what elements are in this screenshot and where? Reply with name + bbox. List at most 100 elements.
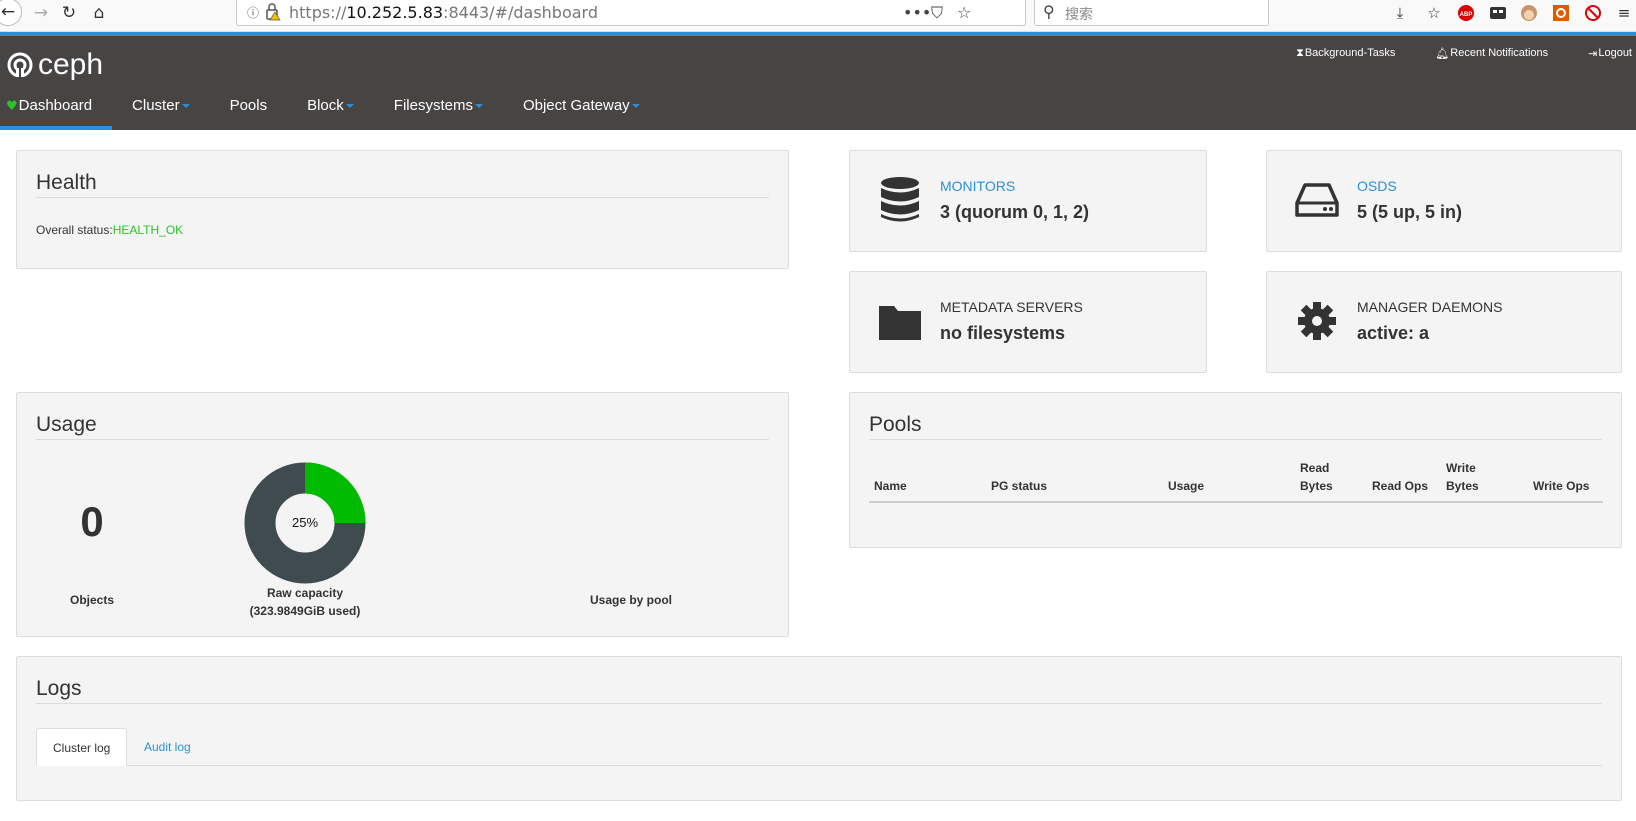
download-icon[interactable]: ⤓	[1390, 3, 1410, 23]
logs-panel: Logs Cluster log Audit log	[16, 656, 1622, 801]
objects-label: Objects	[69, 593, 114, 607]
search-placeholder: 搜索	[1065, 7, 1093, 23]
blocked-extension-icon[interactable]	[1583, 3, 1603, 23]
bookmark-star-icon[interactable]: ☆	[957, 3, 971, 22]
forward-icon[interactable]: →	[28, 2, 54, 24]
objects-count: 0	[80, 498, 104, 545]
notifications-link[interactable]: 🔔︎ Recent Notifications	[1435, 46, 1548, 60]
menu-icon[interactable]: ≡	[1614, 3, 1634, 23]
app-header: ceph ⧗ Background-Tasks 🔔︎ Recent Notifica…	[0, 36, 1636, 130]
health-status: Overall status:HEALTH_OK	[36, 223, 183, 237]
metadata-servers-card: METADATA SERVERS no filesystems	[849, 271, 1207, 373]
monitors-card: MONITORS 3 (quorum 0, 1, 2)	[849, 150, 1207, 252]
logo-text: ceph	[38, 48, 104, 81]
adblock-icon[interactable]: ABP	[1456, 3, 1476, 23]
osds-card: OSDS 5 (5 up, 5 in)	[1266, 150, 1622, 252]
monitors-link[interactable]: MONITORS	[940, 178, 1015, 194]
caret-down-icon	[345, 104, 354, 109]
osds-value: 5 (5 up, 5 in)	[1357, 202, 1463, 222]
url-text[interactable]: https://10.252.5.83:8443/#/dashboard	[289, 3, 598, 22]
log-tabs: Cluster log Audit log	[36, 728, 1602, 766]
top-links: ⧗ Background-Tasks 🔔︎ Recent Notifications…	[1296, 46, 1636, 60]
nav-filesystems-label: Filesystems	[393, 97, 473, 114]
search-icon: ⚲	[1043, 2, 1055, 21]
home-icon[interactable]: ⌂	[86, 2, 112, 24]
column-header-name[interactable]: Name	[874, 477, 907, 495]
status-value: HEALTH_OK	[112, 223, 184, 237]
raw-capacity-donut[interactable]: 25%	[243, 461, 367, 585]
nav-pools[interactable]: Pools	[210, 94, 288, 130]
pools-panel: Pools Name PG status Usage Read Bytes Re…	[849, 392, 1622, 548]
raw-capacity-label: Raw capacity	[266, 586, 344, 600]
logout-link[interactable]: ⇥ Logout	[1588, 46, 1632, 60]
nav-cluster-label: Cluster	[132, 97, 180, 114]
ceph-logo[interactable]: ceph	[6, 48, 103, 82]
reload-icon[interactable]: ↻	[56, 2, 82, 24]
background-tasks-link[interactable]: ⧗ Background-Tasks	[1296, 46, 1395, 60]
nav-dashboard-label: Dashboard	[18, 97, 93, 114]
nav-object-gateway[interactable]: Object Gateway	[503, 94, 660, 130]
notifications-label: Recent Notifications	[1450, 47, 1549, 59]
raw-capacity-used: (323.9849GiB used)	[249, 604, 361, 618]
nav-block-label: Block	[307, 97, 344, 114]
gear-icon	[1298, 302, 1336, 340]
column-header-write-bytes[interactable]: Write Bytes	[1446, 459, 1486, 495]
insecure-lock-icon[interactable]	[265, 3, 281, 21]
column-header-read-bytes[interactable]: Read Bytes	[1300, 459, 1340, 495]
browser-toolbar: ← → ↻ ⌂ ⓘ https://10.252.5.83:8443/#/das…	[0, 0, 1636, 32]
info-icon[interactable]: ⓘ	[247, 4, 259, 21]
metadata-servers-label: METADATA SERVERS	[940, 299, 1083, 315]
health-panel: Health Overall status:HEALTH_OK	[16, 150, 789, 269]
ceph-logo-icon	[7, 52, 33, 79]
usage-panel: Usage 0 Objects 25% Raw capacity (323.98…	[16, 392, 789, 637]
search-bar[interactable]: ⚲ 搜索	[1034, 0, 1269, 26]
usage-by-pool-label: Usage by pool	[589, 593, 672, 607]
panel-title: Health	[36, 171, 769, 198]
caret-down-icon	[474, 104, 483, 109]
caret-down-icon	[631, 104, 640, 109]
nav-block[interactable]: Block	[287, 94, 374, 130]
panel-title: Usage	[36, 413, 769, 440]
extension-icon[interactable]	[1551, 3, 1571, 23]
nav-cluster[interactable]: Cluster	[112, 94, 210, 130]
svg-text:ABP: ABP	[1460, 12, 1473, 18]
column-header-usage[interactable]: Usage	[1168, 477, 1204, 495]
nav-object-gateway-label: Object Gateway	[522, 97, 630, 114]
column-header-read-ops[interactable]: Read Ops	[1372, 477, 1428, 495]
manager-daemons-value: active: a	[1357, 323, 1430, 343]
back-icon[interactable]: ←	[0, 0, 22, 26]
osds-link[interactable]: OSDS	[1357, 178, 1397, 194]
metadata-servers-value: no filesystems	[940, 323, 1066, 343]
bell-icon: 🔔︎	[1435, 46, 1450, 60]
hourglass-icon: ⧗	[1296, 46, 1304, 59]
column-header-write-ops[interactable]: Write Ops	[1533, 477, 1589, 495]
panel-title: Pools	[869, 413, 1602, 440]
background-tasks-label: Background-Tasks	[1304, 47, 1396, 59]
tab-cluster-log[interactable]: Cluster log	[36, 728, 128, 766]
nav-dashboard[interactable]: ♥Dashboard	[0, 94, 113, 130]
donut-percent-label: 25%	[292, 515, 318, 530]
database-icon	[881, 177, 919, 222]
sign-out-icon: ⇥	[1588, 46, 1598, 60]
main-nav: ♥Dashboard Cluster Pools Block Filesyste…	[0, 94, 660, 130]
folder-icon	[879, 306, 921, 340]
panel-title: Logs	[36, 677, 1602, 704]
caret-down-icon	[181, 104, 190, 109]
page-actions-icon[interactable]: •••	[903, 3, 931, 22]
nav-pools-label: Pools	[229, 97, 268, 114]
logout-label: Logout	[1598, 47, 1632, 59]
column-header-pg-status[interactable]: PG status	[991, 477, 1047, 495]
extension-icon[interactable]	[1488, 3, 1508, 23]
pocket-icon[interactable]: ⛉	[931, 3, 943, 23]
monitors-value: 3 (quorum 0, 1, 2)	[940, 202, 1090, 222]
heartbeat-icon: ♥	[6, 99, 18, 114]
pools-table-header: Name PG status Usage Read Bytes Read Ops…	[869, 461, 1603, 503]
manager-daemons-card: MANAGER DAEMONS active: a	[1266, 271, 1622, 373]
status-label: Overall status:	[36, 223, 113, 237]
url-bar[interactable]: ⓘ https://10.252.5.83:8443/#/dashboard •…	[236, 0, 1026, 26]
monkey-extension-icon[interactable]	[1519, 3, 1539, 23]
bookmarks-star-icon[interactable]: ☆	[1424, 3, 1444, 23]
tab-audit-log[interactable]: Audit log	[128, 728, 207, 766]
manager-daemons-label: MANAGER DAEMONS	[1357, 299, 1503, 315]
nav-filesystems[interactable]: Filesystems	[374, 94, 503, 130]
